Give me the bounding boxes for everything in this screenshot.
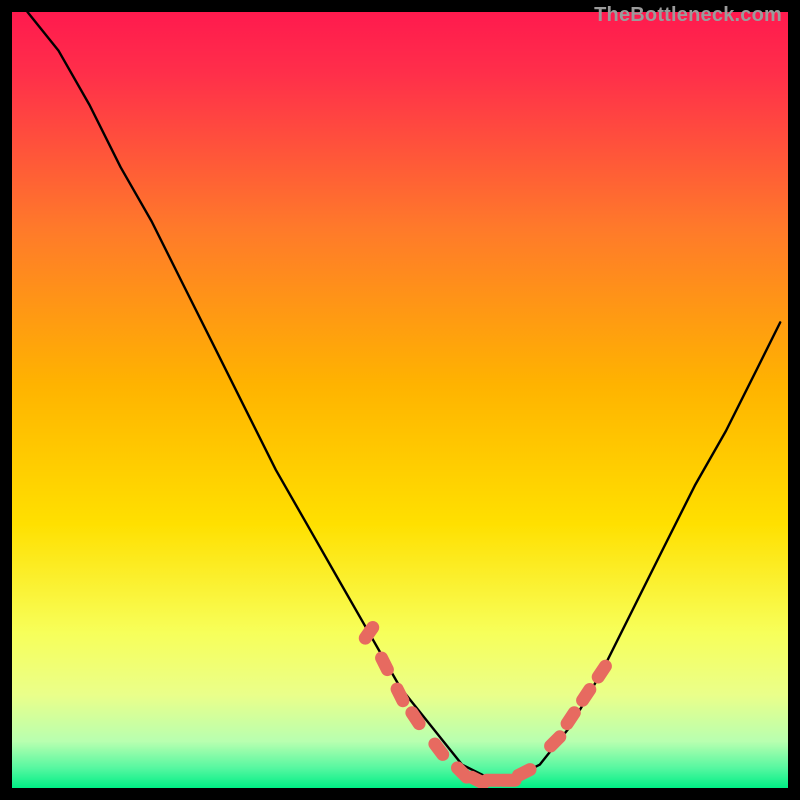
bottleneck-chart <box>12 12 788 788</box>
gradient-background <box>12 12 788 788</box>
chart-frame: TheBottleneck.com <box>12 12 788 788</box>
watermark-text: TheBottleneck.com <box>594 4 782 27</box>
